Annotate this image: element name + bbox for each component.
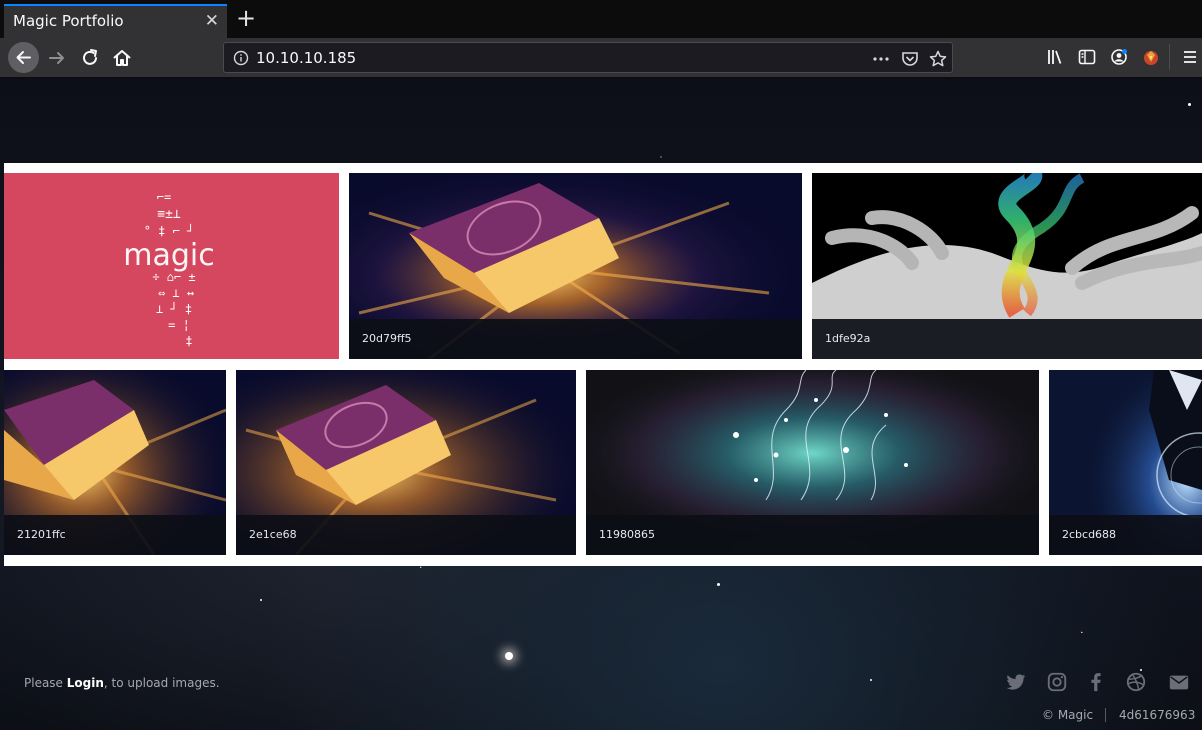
toolbar-separator: [1169, 44, 1170, 70]
facebook-icon[interactable]: [1085, 671, 1107, 693]
login-link[interactable]: Login: [67, 676, 104, 690]
bright-star: [505, 652, 513, 660]
caption-bar: 11980865: [586, 515, 1039, 555]
star: [1188, 103, 1191, 106]
close-tab-icon[interactable]: ✕: [205, 11, 219, 31]
image-caption: 1dfe92a: [825, 332, 871, 345]
address-bar[interactable]: 10.10.10.185: [223, 42, 953, 73]
svg-text:⌐=: ⌐=: [157, 190, 171, 204]
info-icon[interactable]: [232, 49, 250, 67]
image-caption: 11980865: [599, 528, 655, 541]
magic-logo-image: ⌐= ≡±⊥ ° ‡ ⌐ ┘ magic ÷ ⌂⌐ ± ⇔ ⊥ ↔ ⊥ ┘ ‡ …: [123, 190, 214, 348]
gallery-item-magic-logo[interactable]: ⌐= ≡±⊥ ° ‡ ⌐ ┘ magic ÷ ⌂⌐ ± ⇔ ⊥ ↔ ⊥ ┘ ‡ …: [4, 173, 339, 359]
forward-icon[interactable]: [45, 46, 69, 70]
gallery-item-1dfe92a[interactable]: 1dfe92a: [812, 173, 1202, 359]
copyright-text: © Magic: [1042, 708, 1094, 722]
upload-prompt: Please Login, to upload images.: [24, 676, 220, 690]
star: [870, 679, 872, 681]
tab-magic-portfolio[interactable]: Magic Portfolio ✕: [4, 4, 227, 38]
caption-bar: 2e1ce68: [236, 515, 576, 555]
library-icon[interactable]: [1045, 47, 1065, 67]
svg-text:÷ ⌂⌐ ±: ÷ ⌂⌐ ±: [152, 270, 195, 284]
email-icon[interactable]: [1167, 671, 1191, 693]
svg-text:⇔ ⊥ ↔: ⇔ ⊥ ↔: [158, 286, 194, 300]
tab-title: Magic Portfolio: [13, 12, 124, 30]
gallery-item-2cbcd688[interactable]: 2cbcd688: [1049, 370, 1202, 555]
home-icon[interactable]: [110, 46, 134, 70]
upload-prompt-prefix: Please: [24, 676, 67, 690]
gallery-item-21201ffc[interactable]: 21201ffc: [4, 370, 226, 555]
svg-text:= ¦: = ¦: [168, 318, 190, 332]
caption-bar: 2cbcd688: [1049, 515, 1202, 555]
gallery-item-2e1ce68[interactable]: 2e1ce68: [236, 370, 576, 555]
svg-text:magic: magic: [123, 238, 214, 273]
svg-text:‡: ‡: [185, 334, 192, 348]
reload-icon[interactable]: [78, 46, 102, 70]
upload-prompt-suffix: , to upload images.: [103, 676, 220, 690]
image-caption: 2e1ce68: [249, 528, 297, 541]
twitter-icon[interactable]: [1005, 671, 1027, 693]
back-button[interactable]: [8, 42, 39, 73]
page-content: ⌐= ≡±⊥ ° ‡ ⌐ ┘ magic ÷ ⌂⌐ ± ⇔ ⊥ ↔ ⊥ ┘ ‡ …: [0, 79, 1202, 730]
instagram-icon[interactable]: [1046, 671, 1068, 693]
extension-icon[interactable]: [1141, 47, 1161, 67]
sidebar-icon[interactable]: [1077, 47, 1097, 67]
footer-separator: [1105, 708, 1106, 722]
svg-text:° ‡ ⌐ ┘: ° ‡ ⌐ ┘: [144, 223, 195, 238]
account-icon[interactable]: [1109, 47, 1129, 67]
image-caption: 21201ffc: [17, 528, 66, 541]
navigation-toolbar: 10.10.10.185: [0, 38, 1202, 78]
bookmark-star-icon[interactable]: [928, 49, 948, 69]
caption-bar: 1dfe92a: [812, 319, 1202, 359]
tab-bar: Magic Portfolio ✕ +: [0, 0, 1202, 38]
build-hash: 4d61676963: [1119, 708, 1196, 722]
svg-text:⊥ ┘ ‡: ⊥ ┘ ‡: [156, 301, 192, 316]
gallery: ⌐= ≡±⊥ ° ‡ ⌐ ┘ magic ÷ ⌂⌐ ± ⇔ ⊥ ↔ ⊥ ┘ ‡ …: [4, 163, 1202, 566]
gallery-item-20d79ff5[interactable]: 20d79ff5: [349, 173, 802, 359]
image-caption: 20d79ff5: [362, 332, 412, 345]
gallery-item-11980865[interactable]: 11980865: [586, 370, 1039, 555]
caption-bar: 21201ffc: [4, 515, 226, 555]
svg-text:≡±⊥: ≡±⊥: [157, 207, 181, 222]
menu-icon[interactable]: [1180, 47, 1200, 67]
url-text[interactable]: 10.10.10.185: [256, 49, 356, 67]
star: [260, 599, 262, 601]
more-icon[interactable]: [871, 49, 891, 69]
new-tab-icon[interactable]: +: [235, 5, 257, 31]
image-caption: 2cbcd688: [1062, 528, 1117, 541]
back-icon: [16, 51, 31, 64]
pocket-icon[interactable]: [900, 49, 920, 69]
caption-bar: 20d79ff5: [349, 319, 802, 359]
star: [717, 583, 720, 586]
dribbble-icon[interactable]: [1125, 671, 1147, 693]
